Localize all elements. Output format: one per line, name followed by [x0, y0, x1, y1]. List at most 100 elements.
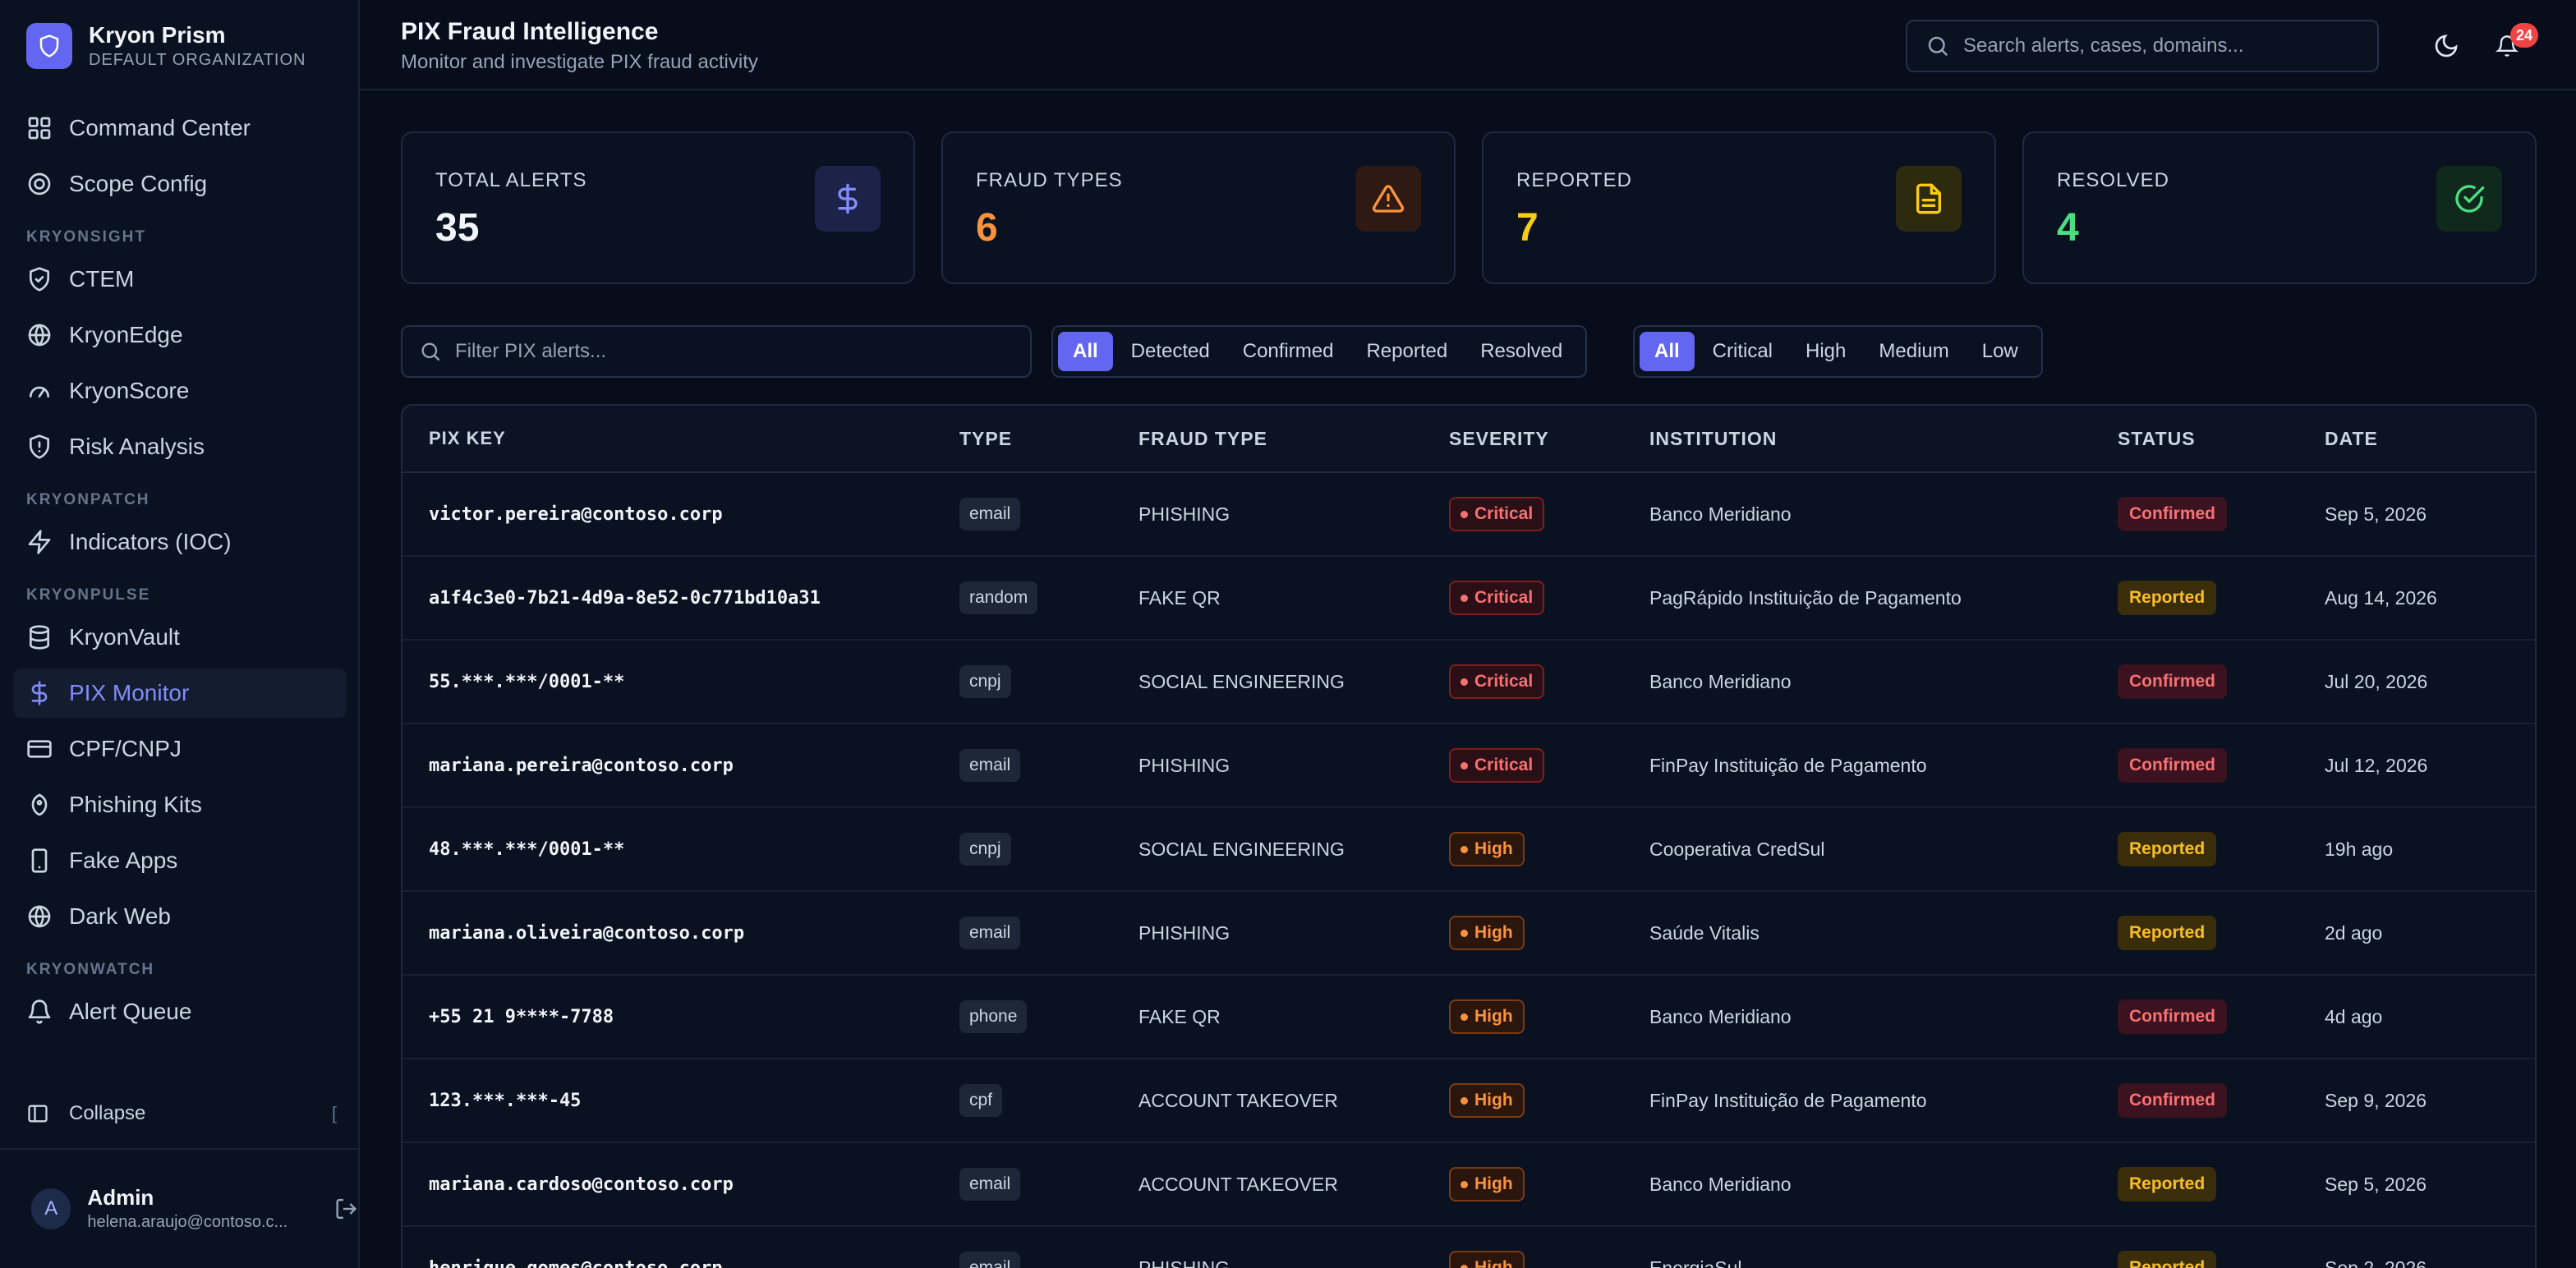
severity-filter-all[interactable]: All — [1640, 332, 1695, 371]
status-filter-all[interactable]: All — [1058, 332, 1113, 371]
sidebar-item-scope-config[interactable]: Scope Config — [13, 159, 347, 209]
brand-name: Kryon Prism — [89, 22, 226, 48]
stat-icon-badge — [2436, 166, 2502, 232]
institution: Cooperativa CredSul — [1649, 838, 1825, 860]
pix-key: a1f4c3e0-7b21-4d9a-8e52-0c771bd10a31 — [429, 587, 821, 609]
severity-filter-critical[interactable]: Critical — [1698, 332, 1787, 371]
sidebar-item-label: PIX Monitor — [69, 680, 190, 705]
status-badge: Confirmed — [2118, 1083, 2227, 1118]
sidebar-item-command-center[interactable]: Command Center — [13, 103, 347, 153]
sidebar-item-phishing-kits[interactable]: Phishing Kits — [13, 780, 347, 829]
alert-date: 2d ago — [2325, 921, 2383, 944]
sidebar-nav: Command Center Scope Config KRYONSIGHT CTEM… — [13, 103, 347, 1043]
key-type-badge: cpf — [959, 1084, 1003, 1117]
status-filter-resolved[interactable]: Resolved — [1465, 332, 1577, 371]
alert-date: 19h ago — [2325, 838, 2394, 860]
column-header[interactable]: PIX KEY — [402, 428, 959, 449]
column-header[interactable]: FRAUD TYPE — [1138, 428, 1449, 450]
sidebar-item-alert-queue[interactable]: Alert Queue — [13, 987, 347, 1036]
pix-key: mariana.cardoso@contoso.corp — [429, 1174, 734, 1195]
column-header[interactable]: TYPE — [959, 428, 1138, 450]
sidebar-item-label: Alert Queue — [69, 999, 192, 1024]
severity-filter-low[interactable]: Low — [1967, 332, 2033, 371]
key-type-badge: email — [959, 749, 1021, 782]
moon-icon — [2435, 34, 2458, 57]
credit-card-icon — [27, 740, 52, 758]
sidebar-item-cpf-cnpj[interactable]: CPF/CNPJ — [13, 724, 347, 774]
shield-logo-icon — [26, 23, 72, 69]
shield-alert-icon — [30, 434, 49, 459]
fraud-type: FAKE QR — [1138, 586, 1221, 609]
alert-date: Sep 9, 2026 — [2325, 1089, 2427, 1111]
table-row[interactable]: henrique.gomes@contoso.corp email PHISHING… — [402, 1227, 2535, 1268]
sidebar-item-ctem[interactable]: CTEM — [13, 255, 347, 304]
global-search-input[interactable] — [1963, 34, 2358, 57]
severity-label: High — [1474, 1258, 1513, 1268]
severity-dot-icon — [1460, 510, 1468, 518]
pix-key: +55 21 9****-7788 — [429, 1006, 614, 1027]
user-email: helena.araujo@contoso.c... — [87, 1213, 288, 1231]
sidebar-item-label: Fake Apps — [69, 848, 178, 873]
severity-filter-medium[interactable]: Medium — [1864, 332, 1963, 371]
table-row[interactable]: 123.***.***-45 cpf ACCOUNT TAKEOVER High Fin… — [402, 1059, 2535, 1143]
sidebar-item-kryonscore[interactable]: KryonScore — [13, 366, 347, 416]
sidebar-item-fake-apps[interactable]: Fake Apps — [13, 836, 347, 885]
sidebar-item-kryonvault[interactable]: KryonVault — [13, 613, 347, 662]
severity-filter-high[interactable]: High — [1791, 332, 1861, 371]
user-profile[interactable]: A Admin helena.araujo@contoso.c... — [0, 1148, 358, 1268]
status-badge: Confirmed — [2118, 999, 2227, 1034]
status-filter-reported[interactable]: Reported — [1351, 332, 1462, 371]
user-name: Admin — [87, 1185, 154, 1210]
notification-badge: 24 — [2510, 23, 2538, 48]
stat-value: 35 — [435, 206, 480, 250]
collapse-button[interactable]: Collapse [ — [26, 1102, 337, 1125]
top-header: PIX Fraud Intelligence Monitor and inves… — [360, 0, 2576, 90]
column-header[interactable]: STATUS — [2118, 428, 2325, 450]
key-type-badge: email — [959, 498, 1021, 531]
sidebar-item-indicators-ioc-[interactable]: Indicators (IOC) — [13, 517, 347, 567]
fraud-type: FAKE QR — [1138, 1005, 1221, 1027]
stat-label: RESOLVED — [2057, 169, 2169, 191]
status-filter-confirmed[interactable]: Confirmed — [1228, 332, 1349, 371]
global-search[interactable] — [1906, 20, 2379, 72]
notifications-button[interactable]: 24 — [2491, 23, 2538, 62]
severity-dot-icon — [1460, 845, 1468, 853]
severity-badge: High — [1449, 999, 1525, 1034]
sidebar-item-kryonedge[interactable]: KryonEdge — [13, 310, 347, 360]
logout-icon[interactable] — [334, 1197, 358, 1221]
bell-icon — [28, 999, 51, 1024]
alert-filter[interactable] — [401, 325, 1032, 378]
status-badge: Confirmed — [2118, 748, 2227, 783]
stat-icon-badge — [815, 166, 881, 232]
severity-badge: Critical — [1449, 497, 1545, 531]
table-row[interactable]: a1f4c3e0-7b21-4d9a-8e52-0c771bd10a31 rand… — [402, 557, 2535, 641]
key-type-badge: email — [959, 1168, 1021, 1201]
stat-value: 4 — [2057, 206, 2079, 250]
avatar: A — [31, 1188, 71, 1229]
column-header[interactable]: DATE — [2325, 428, 2535, 450]
table-row[interactable]: mariana.cardoso@contoso.corp email ACCOUNT… — [402, 1143, 2535, 1227]
alert-date: 4d ago — [2325, 1005, 2383, 1027]
sidebar-item-risk-analysis[interactable]: Risk Analysis — [13, 422, 347, 471]
sidebar-item-pix-monitor[interactable]: PIX Monitor — [13, 668, 347, 718]
key-type-badge: phone — [959, 1000, 1028, 1033]
table-row[interactable]: +55 21 9****-7788 phone FAKE QR High Banco M… — [402, 976, 2535, 1059]
column-header[interactable]: SEVERITY — [1449, 428, 1649, 450]
column-header[interactable]: INSTITUTION — [1649, 428, 2118, 450]
table-row[interactable]: victor.pereira@contoso.corp email PHISHING… — [402, 473, 2535, 557]
sidebar-section-title: KRYONWATCH — [26, 961, 155, 978]
sidebar-section-title: KRYONPATCH — [26, 491, 150, 508]
table-row[interactable]: 48.***.***/0001-** cnpj SOCIAL ENGINEERING… — [402, 808, 2535, 892]
brand[interactable]: Kryon Prism DEFAULT ORGANIZATION — [26, 21, 306, 71]
zap-icon — [28, 530, 51, 554]
severity-label: Critical — [1474, 504, 1534, 523]
table-row[interactable]: 55.***.***/0001-** cnpj SOCIAL ENGINEERING… — [402, 641, 2535, 724]
table-row[interactable]: mariana.oliveira@contoso.corp email PHISHI… — [402, 892, 2535, 976]
severity-badge: Critical — [1449, 664, 1545, 699]
alert-filter-input[interactable] — [455, 340, 1014, 363]
status-filter-detected[interactable]: Detected — [1116, 332, 1225, 371]
table-row[interactable]: mariana.pereira@contoso.corp email PHISHIN… — [402, 724, 2535, 808]
theme-toggle-button[interactable] — [2430, 30, 2463, 62]
sidebar-item-dark-web[interactable]: Dark Web — [13, 892, 347, 941]
severity-label: Critical — [1474, 756, 1534, 774]
